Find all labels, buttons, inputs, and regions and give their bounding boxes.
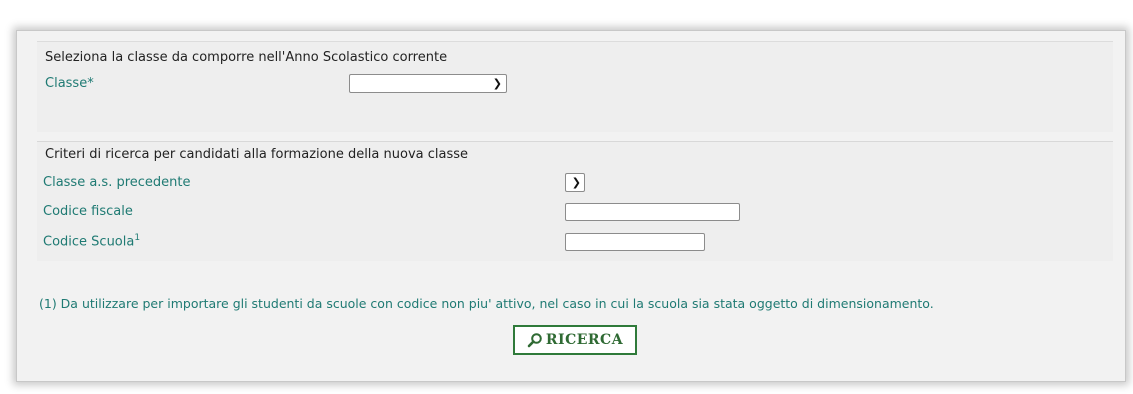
search-criteria-section: Criteri di ricerca per candidati alla fo… <box>37 141 1113 261</box>
search-button[interactable]: RICERCA <box>513 325 637 355</box>
class-selection-section: Seleziona la classe da comporre nell'Ann… <box>37 41 1113 132</box>
school-code-label: Codice Scuola1 <box>43 233 140 249</box>
footnote-marker: 1 <box>134 233 141 243</box>
search-button-label: RICERCA <box>545 332 624 348</box>
search-form-panel: Seleziona la classe da comporre nell'Ann… <box>16 30 1126 382</box>
prev-class-label: Classe a.s. precedente <box>43 175 191 190</box>
fiscal-code-label: Codice fiscale <box>43 204 133 219</box>
prev-class-select[interactable]: ❯ <box>565 173 585 192</box>
school-code-input[interactable] <box>565 233 705 251</box>
fiscal-code-input[interactable] <box>565 203 740 221</box>
classe-label: Classe* <box>45 76 94 91</box>
footnote-text: (1) Da utilizzare per importare gli stud… <box>39 296 934 311</box>
classe-select[interactable]: ❯ <box>349 74 507 93</box>
chevron-down-icon: ❯ <box>492 77 502 90</box>
school-code-label-text: Codice Scuola <box>43 234 135 250</box>
chevron-down-icon: ❯ <box>571 176 581 189</box>
magnifier-icon <box>527 332 543 348</box>
search-criteria-heading: Criteri di ricerca per candidati alla fo… <box>45 147 469 162</box>
class-selection-heading: Seleziona la classe da comporre nell'Ann… <box>45 50 448 65</box>
